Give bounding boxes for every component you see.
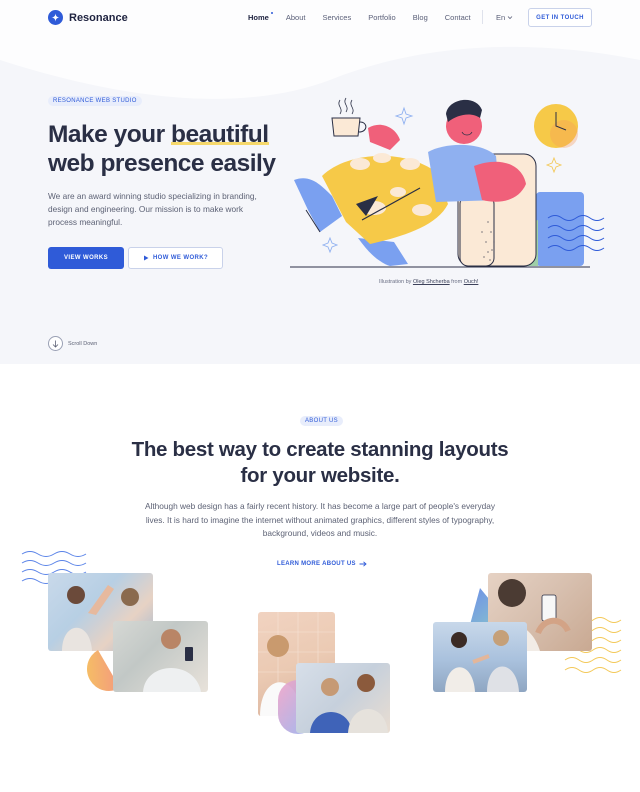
nav-divider [482, 10, 483, 24]
hero-title-pre: Make your [48, 121, 171, 148]
photo-women-greeting [433, 622, 527, 692]
hero-title-highlight: beautiful [171, 121, 269, 148]
menu-item-home[interactable]: Home [248, 12, 273, 22]
hero-title-line2: web presence easily [48, 150, 276, 177]
credit-pre: Illustration by [379, 279, 413, 285]
scroll-down-label: Scroll Down [68, 340, 98, 347]
plus-logo-icon [48, 10, 63, 25]
how-we-work-label: HOW WE WORK? [152, 255, 209, 261]
menu-item-blog[interactable]: Blog [413, 13, 428, 22]
hero-description: We are an award winning studio specializ… [48, 191, 257, 227]
play-icon [143, 255, 149, 261]
language-label: En [496, 13, 506, 22]
view-works-button[interactable]: VIEW WORKS [48, 247, 124, 269]
arrow-right-icon [359, 561, 367, 567]
top-navigation: Resonance Home About Services Portfolio … [0, 0, 640, 36]
brand-name: Resonance [69, 11, 128, 24]
credit-source-link[interactable]: Ouch! [464, 279, 479, 285]
main-menu: Home About Services Portfolio Blog Conta… [248, 12, 488, 22]
hero-illustration [290, 97, 605, 268]
menu-item-services[interactable]: Services [322, 13, 351, 22]
language-selector[interactable]: En [496, 13, 513, 22]
hero-section: Resonance Home About Services Portfolio … [0, 0, 640, 364]
photo-man-with-phone [113, 621, 208, 692]
how-we-work-button[interactable]: HOW WE WORK? [128, 247, 223, 269]
illustration-credit: Illustration by Oleg Shcherba from Ouch! [379, 279, 478, 285]
menu-item-about[interactable]: About [286, 13, 306, 22]
learn-more-label: LEARN MORE ABOUT US [277, 561, 356, 567]
scroll-down-control[interactable]: Scroll Down [48, 336, 97, 351]
hero-title: Make your beautiful web presence easily [48, 120, 298, 178]
brand-logo[interactable]: Resonance [48, 10, 128, 25]
menu-item-contact[interactable]: Contact [445, 13, 471, 22]
credit-mid: from [449, 279, 464, 285]
menu-item-portfolio[interactable]: Portfolio [368, 13, 396, 22]
hero-tag: RESONANCE WEB STUDIO [48, 96, 142, 106]
chevron-down-icon [507, 16, 513, 20]
about-description: Although web design has a fairly recent … [144, 501, 496, 538]
about-tag: ABOUT US [300, 416, 343, 426]
credit-author-link[interactable]: Oleg Shcherba [413, 279, 450, 285]
learn-more-link[interactable]: LEARN MORE ABOUT US [277, 561, 367, 567]
photo-men-meeting [296, 663, 390, 733]
arrow-down-icon [48, 336, 63, 351]
get-in-touch-button[interactable]: GET IN TOUCH [528, 8, 592, 27]
about-title: The best way to create stanning layouts … [131, 438, 509, 487]
